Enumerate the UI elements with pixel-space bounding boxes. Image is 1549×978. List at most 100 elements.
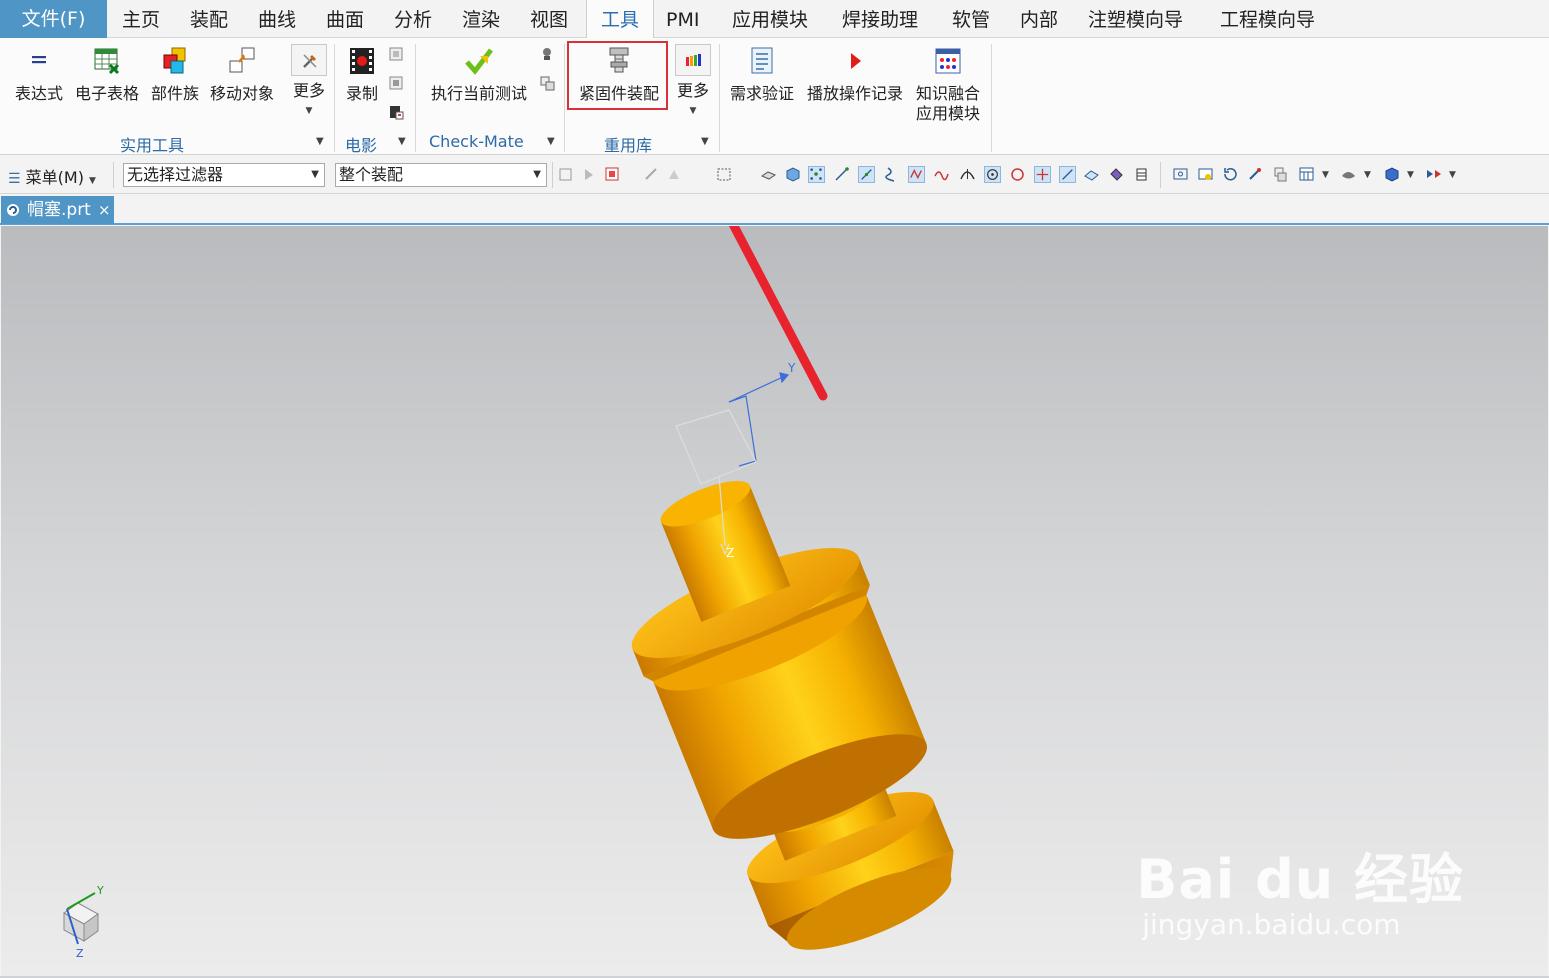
- film-stop-icon[interactable]: [388, 75, 404, 91]
- reuse-more-button[interactable]: 更多 ▼: [673, 81, 713, 121]
- select-chain-icon[interactable]: [643, 166, 660, 183]
- triad-y-label: Y: [96, 884, 104, 897]
- chevron-down-icon[interactable]: ▼: [547, 136, 555, 147]
- playback-record-button[interactable]: 播放操作记录: [803, 46, 907, 104]
- menu-home[interactable]: 主页: [122, 0, 160, 38]
- part-file-icon: [7, 204, 19, 216]
- bounded-grid-icon[interactable]: [1108, 166, 1125, 183]
- select-body-icon[interactable]: [666, 166, 683, 183]
- menu-hose[interactable]: 软管: [952, 0, 990, 38]
- check-settings-icon[interactable]: [539, 75, 555, 91]
- reuse-more-icon-box[interactable]: [675, 44, 711, 76]
- move-object-button[interactable]: 移动对象: [207, 46, 277, 104]
- cap-plug-part[interactable]: [587, 444, 992, 976]
- chevron-down-icon[interactable]: ▼: [701, 136, 709, 147]
- menu-application[interactable]: 应用模块: [732, 0, 808, 38]
- menu-icon: ☰: [8, 171, 21, 187]
- record-button[interactable]: 录制: [342, 46, 382, 104]
- menu-internal[interactable]: 内部: [1020, 0, 1058, 38]
- chevron-down-icon[interactable]: ▼: [1449, 170, 1456, 180]
- film-frame-icon[interactable]: [388, 46, 404, 62]
- ribbon-divider: [719, 44, 720, 152]
- inspector-icon[interactable]: [539, 46, 555, 62]
- main-menu-button[interactable]: ☰ 菜单(M) ▼: [8, 164, 96, 188]
- point-on-face-icon[interactable]: [1083, 166, 1100, 183]
- baidu-watermark: Bai du 经验 jingyan.baidu.com: [1136, 835, 1464, 941]
- run-current-test-button[interactable]: 执行当前测试: [427, 46, 531, 104]
- menu-welding[interactable]: 焊接助理: [842, 0, 918, 38]
- chevron-down-icon[interactable]: ▼: [316, 136, 324, 147]
- knowledge-fusion-button[interactable]: 知识融合 应用模块: [913, 46, 983, 124]
- part-family-icon: [163, 47, 186, 74]
- zoom-icon[interactable]: [1197, 166, 1214, 183]
- selection-filter-dropdown[interactable]: 无选择过滤器 ▼: [123, 163, 325, 187]
- orient-view-icon[interactable]: [1298, 166, 1315, 183]
- view-triad: [63, 892, 99, 945]
- perspective-icon[interactable]: [1272, 166, 1289, 183]
- ribbon-divider: [415, 44, 416, 152]
- render-style-icon[interactable]: [1340, 166, 1357, 183]
- box-select-icon[interactable]: [716, 166, 733, 183]
- menu-analysis[interactable]: 分析: [394, 0, 432, 38]
- existing-point-icon[interactable]: [1034, 166, 1051, 183]
- menu-tools[interactable]: 工具: [586, 0, 654, 39]
- spreadsheet-button[interactable]: 电子表格: [72, 46, 142, 104]
- rotate-icon[interactable]: [1222, 166, 1239, 183]
- menu-surface[interactable]: 曲面: [326, 0, 364, 38]
- chevron-down-icon[interactable]: ▼: [1407, 170, 1414, 180]
- mid-point-icon[interactable]: [858, 166, 875, 183]
- curve-point-icon[interactable]: [933, 166, 950, 183]
- document-tab-bar: 帽塞.prt ×: [0, 195, 1549, 225]
- select-feature-icon[interactable]: [557, 166, 574, 183]
- record-icon: [350, 48, 374, 74]
- utilities-more-icon-box[interactable]: [291, 44, 327, 76]
- menu-curve[interactable]: 曲线: [258, 0, 296, 38]
- snap-point-icon[interactable]: [808, 166, 825, 183]
- select-solid-icon[interactable]: [784, 166, 801, 183]
- csys-y-label: Y: [787, 361, 796, 375]
- play-icon: [851, 53, 861, 69]
- polygon-icon[interactable]: [1133, 166, 1150, 183]
- point-on-curve-icon[interactable]: [1059, 166, 1076, 183]
- select-type-icon[interactable]: [604, 166, 621, 183]
- menu-view[interactable]: 视图: [530, 0, 568, 38]
- circle-center-icon[interactable]: [984, 166, 1001, 183]
- menu-pmi[interactable]: PMI: [666, 0, 699, 38]
- pan-icon[interactable]: [1247, 166, 1264, 183]
- end-point-icon[interactable]: [833, 166, 850, 183]
- file-menu-button[interactable]: 文件(F): [0, 0, 107, 38]
- film-settings-icon[interactable]: [388, 104, 404, 120]
- select-face-icon[interactable]: [760, 166, 777, 183]
- part-family-button[interactable]: 部件族: [148, 46, 202, 104]
- menu-render[interactable]: 渲染: [462, 0, 500, 38]
- fastener-assembly-highlight: [567, 41, 668, 110]
- control-point-icon[interactable]: [883, 166, 900, 183]
- arc-center-icon[interactable]: [959, 166, 976, 183]
- quadrant-point-icon[interactable]: [1009, 166, 1026, 183]
- select-arrow-icon[interactable]: [581, 166, 598, 183]
- selection-scope-dropdown[interactable]: 整个装配 ▼: [335, 163, 547, 187]
- menu-engineering-wizard[interactable]: 工程模向导: [1220, 0, 1315, 38]
- chevron-down-icon[interactable]: ▼: [1322, 170, 1329, 180]
- fit-view-icon[interactable]: [1172, 166, 1189, 183]
- csys-z-label: Z: [726, 546, 734, 560]
- chevron-down-icon[interactable]: ▼: [398, 136, 406, 147]
- menu-assembly[interactable]: 装配: [190, 0, 228, 38]
- document-tab[interactable]: 帽塞.prt ×: [1, 196, 114, 224]
- utilities-more-button[interactable]: 更多 ▼: [289, 81, 329, 121]
- menu-mold-wizard[interactable]: 注塑模向导: [1088, 0, 1183, 38]
- expression-button[interactable]: 表达式: [12, 46, 66, 104]
- requirements-verify-button[interactable]: 需求验证: [727, 46, 797, 104]
- move-object-icon: [229, 47, 255, 73]
- intersection-point-icon[interactable]: [908, 166, 925, 183]
- selection-toolbar: ☰ 菜单(M) ▼ 无选择过滤器 ▼ 整个装配 ▼ ▼ ▼ ▼ ▼: [0, 156, 1549, 194]
- shaded-cube-icon[interactable]: [1383, 166, 1400, 183]
- close-icon[interactable]: ×: [98, 196, 111, 224]
- section-view-icon[interactable]: [1425, 166, 1442, 183]
- watermark-brand: Bai du 经验: [1136, 848, 1464, 911]
- group-label-movie: 电影: [345, 136, 378, 155]
- ribbon: 表达式 电子表格 部件族 移动对象 更多 ▼ 实用工具 ▼ 录制 电影 ▼ 执行…: [0, 38, 1549, 155]
- graphics-viewport[interactable]: Y Z Y Z Bai du 经验 jingyan.baidu.com: [1, 226, 1548, 976]
- chevron-down-icon[interactable]: ▼: [1364, 170, 1371, 180]
- equals-icon: [32, 56, 46, 64]
